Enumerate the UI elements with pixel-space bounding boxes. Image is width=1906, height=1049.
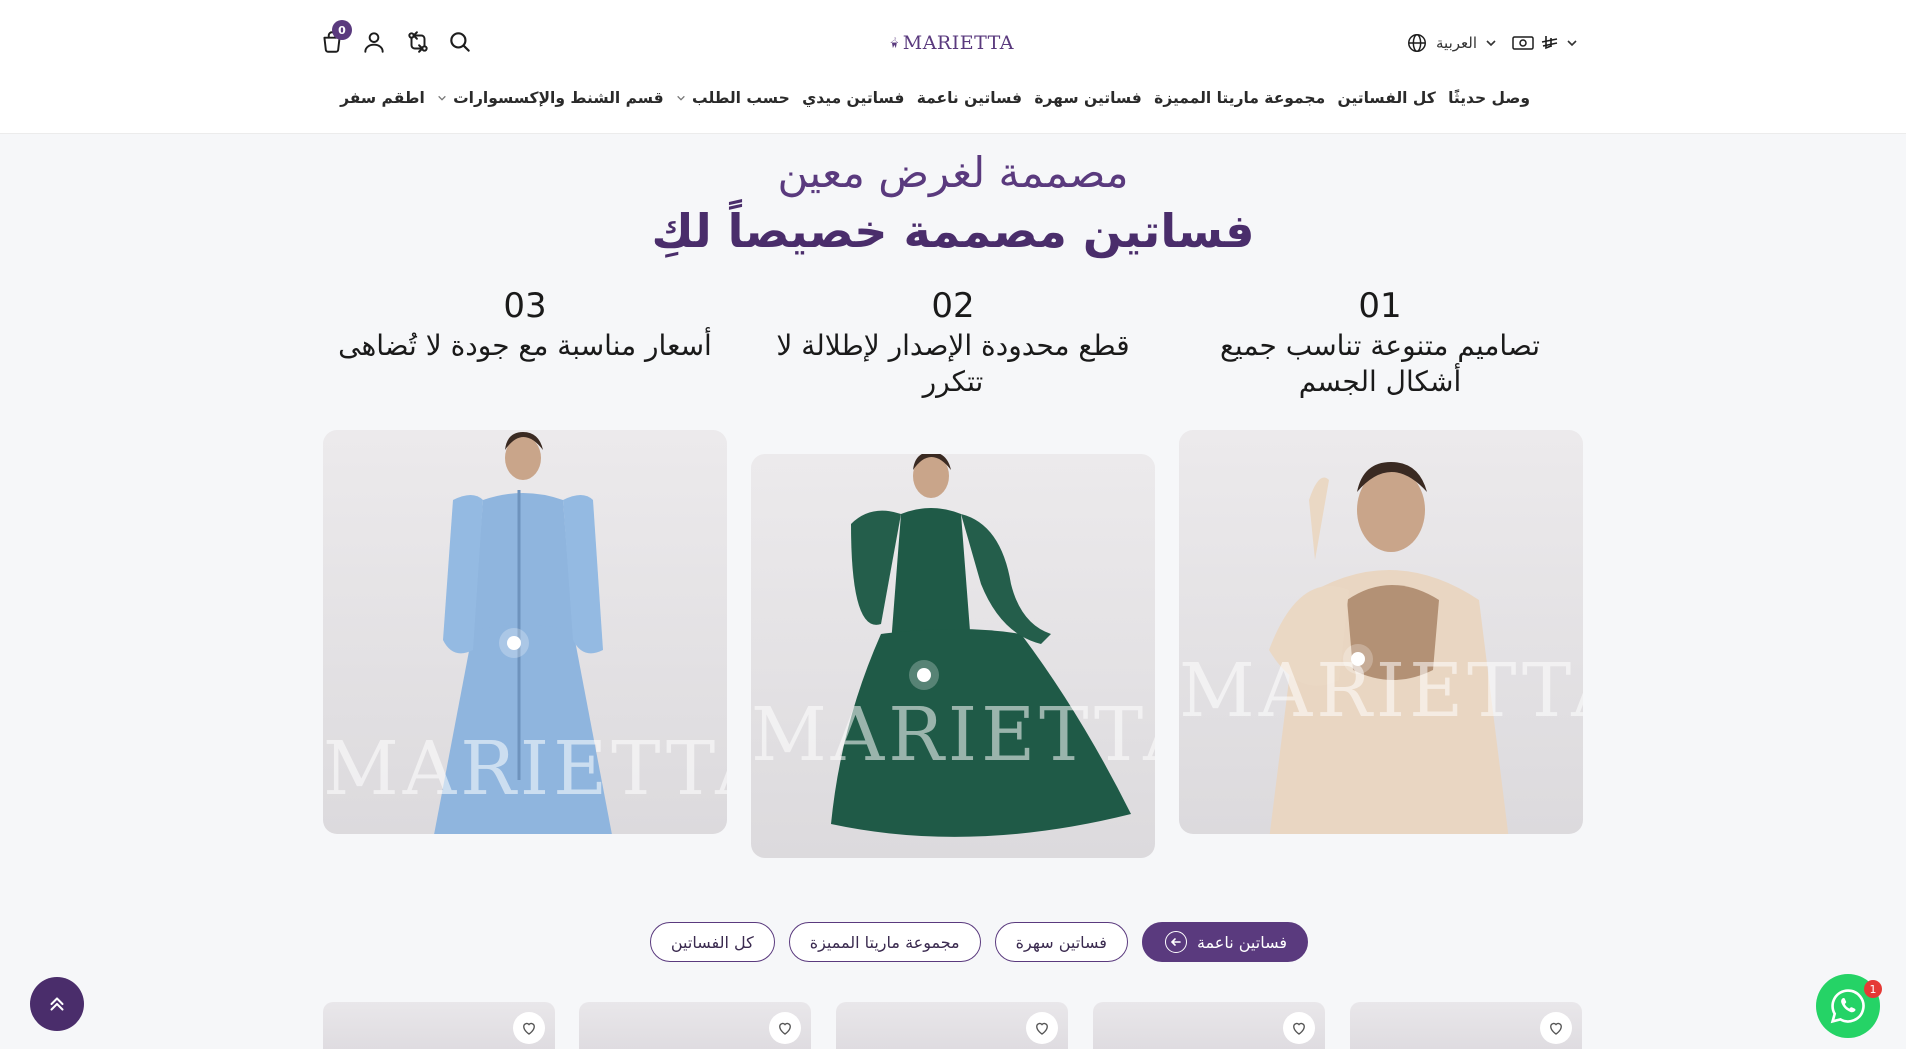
whatsapp-notification-badge: 1 [1864,980,1882,998]
wishlist-button[interactable] [513,1012,545,1044]
wishlist-button[interactable] [1283,1012,1315,1044]
feature-1: 01 تصاميم متنوعة تناسب جميع أشكال الجسم [1178,286,1582,400]
feature-3: 03 أسعار مناسبة مع جودة لا تُضاهى [323,286,727,364]
dress-model-image [1269,462,1509,834]
user-icon [364,32,384,53]
filter-all-dresses[interactable]: كل الفساتين [649,922,775,962]
heart-icon [1293,1022,1305,1035]
chevron-down-icon [677,95,685,101]
feature-text: تصاميم متنوعة تناسب جميع أشكال الجسم [1219,329,1541,398]
nav-label: اطقم سفر [340,89,425,107]
feature-photo-blue-dress[interactable]: MARIETTA [323,430,727,834]
scroll-to-top-button[interactable] [30,977,84,1031]
nav-item-custom-order[interactable]: حسب الطلب [676,89,790,107]
nav-item-evening-dresses[interactable]: فساتين سهرة [1034,89,1142,107]
filter-label: مجموعة ماريتا المميزة [809,932,960,952]
hanger-logo-icon [890,37,899,49]
feature-text: أسعار مناسبة مع جودة لا تُضاهى [338,329,712,362]
nav-label: فساتين ميدي [802,89,905,107]
filter-evening-dresses[interactable]: فساتين سهرة [994,922,1128,962]
product-card[interactable] [836,1002,1068,1049]
brand-logo[interactable]: MARIETTA [890,18,1014,68]
product-card[interactable] [579,1002,811,1049]
product-card[interactable] [323,1002,555,1049]
search-button[interactable] [442,24,478,60]
wishlist-button[interactable] [769,1012,801,1044]
chevron-down-icon [1486,40,1496,47]
dress-model-image [831,454,1131,837]
nav-item-new-arrivals[interactable]: وصل حديثًا [1448,89,1530,107]
cart-count-badge: 0 [332,20,352,40]
feature-photo-green-dress[interactable]: MARIETTA [751,454,1155,858]
language-label: العربية [1436,34,1477,52]
nav-label: حسب الطلب [692,89,790,107]
riyal-icon [1541,36,1558,50]
section-title: مصممة لغرض معين [777,148,1129,197]
feature-photo-beige-dress[interactable]: MARIETTA [1179,430,1583,834]
account-button[interactable] [356,24,392,60]
arrow-left-icon [1164,931,1187,953]
filter-marietta-collection[interactable]: مجموعة ماريتا المميزة [788,922,981,962]
photo-watermark: MARIETTA [323,726,727,812]
nav-item-marietta-collection[interactable]: مجموعة ماريتا المميزة [1154,89,1325,107]
nav-label: مجموعة ماريتا المميزة [1154,89,1326,107]
nav-label: فساتين سهرة [1034,89,1142,107]
feature-2: 02 قطع محدودة الإصدار لإطلالة لا تتكرر [751,286,1155,400]
heart-icon [1036,1022,1048,1035]
filter-label: فساتين سهرة [1015,932,1107,952]
feature-number: 01 [1358,286,1402,326]
compare-button[interactable] [400,24,436,60]
brand-name: MARIETTA [902,32,1014,54]
section-subtitle: فساتين مصممة خصيصاً لكِ [651,204,1255,258]
photo-watermark: MARIETTA [1179,648,1583,734]
filter-label: فساتين ناعمة [1196,932,1287,952]
main-nav: وصل حديثًا كل الفساتين مجموعة ماريتا الم… [340,84,1530,112]
product-card[interactable] [1093,1002,1325,1049]
globe-icon [1408,34,1426,52]
nav-item-midi-dresses[interactable]: فساتين ميدي [802,89,904,107]
feature-number: 03 [503,286,547,326]
site-header: 0 MARIETTA العربية وصل حديثًا كل الفساتي… [0,0,1906,134]
chevron-down-icon [438,95,446,101]
currency-switcher[interactable] [1512,28,1578,58]
nav-label: قسم الشنط والإكسسوارات [453,89,664,107]
nav-item-soft-dresses[interactable]: فساتين ناعمة [917,89,1022,107]
wishlist-button[interactable] [1540,1012,1572,1044]
whatsapp-icon [1830,989,1865,1024]
search-icon [450,32,470,52]
language-switcher[interactable]: العربية [1406,28,1497,58]
category-filter-bar: فساتين ناعمة فساتين سهرة مجموعة ماريتا ا… [598,922,1308,962]
photo-watermark: MARIETTA [751,692,1155,778]
nav-item-bags-accessories[interactable]: قسم الشنط والإكسسوارات [437,89,664,107]
currency-icon [1512,36,1534,50]
feature-text: قطع محدودة الإصدار لإطلالة لا تتكرر [776,329,1130,398]
nav-label: فساتين ناعمة [916,89,1022,107]
heart-icon [1550,1022,1562,1035]
product-card[interactable] [1350,1002,1582,1049]
nav-item-all-dresses[interactable]: كل الفساتين [1338,89,1436,107]
heart-icon [523,1022,535,1035]
wishlist-button[interactable] [1026,1012,1058,1044]
chevron-down-icon [1567,40,1577,47]
double-chevron-up-icon [50,997,64,1011]
heart-icon [779,1022,791,1035]
cart-button[interactable]: 0 [314,20,352,60]
compare-icon [408,31,428,53]
filter-label: كل الفساتين [670,932,754,952]
photo-hotspot[interactable] [909,660,939,690]
nav-item-travel-sets[interactable]: اطقم سفر [340,89,425,107]
filter-soft-dresses[interactable]: فساتين ناعمة [1141,922,1308,962]
photo-hotspot[interactable] [499,628,529,658]
feature-number: 02 [931,286,975,326]
nav-label: وصل حديثًا [1448,89,1530,107]
nav-label: كل الفساتين [1337,89,1436,107]
